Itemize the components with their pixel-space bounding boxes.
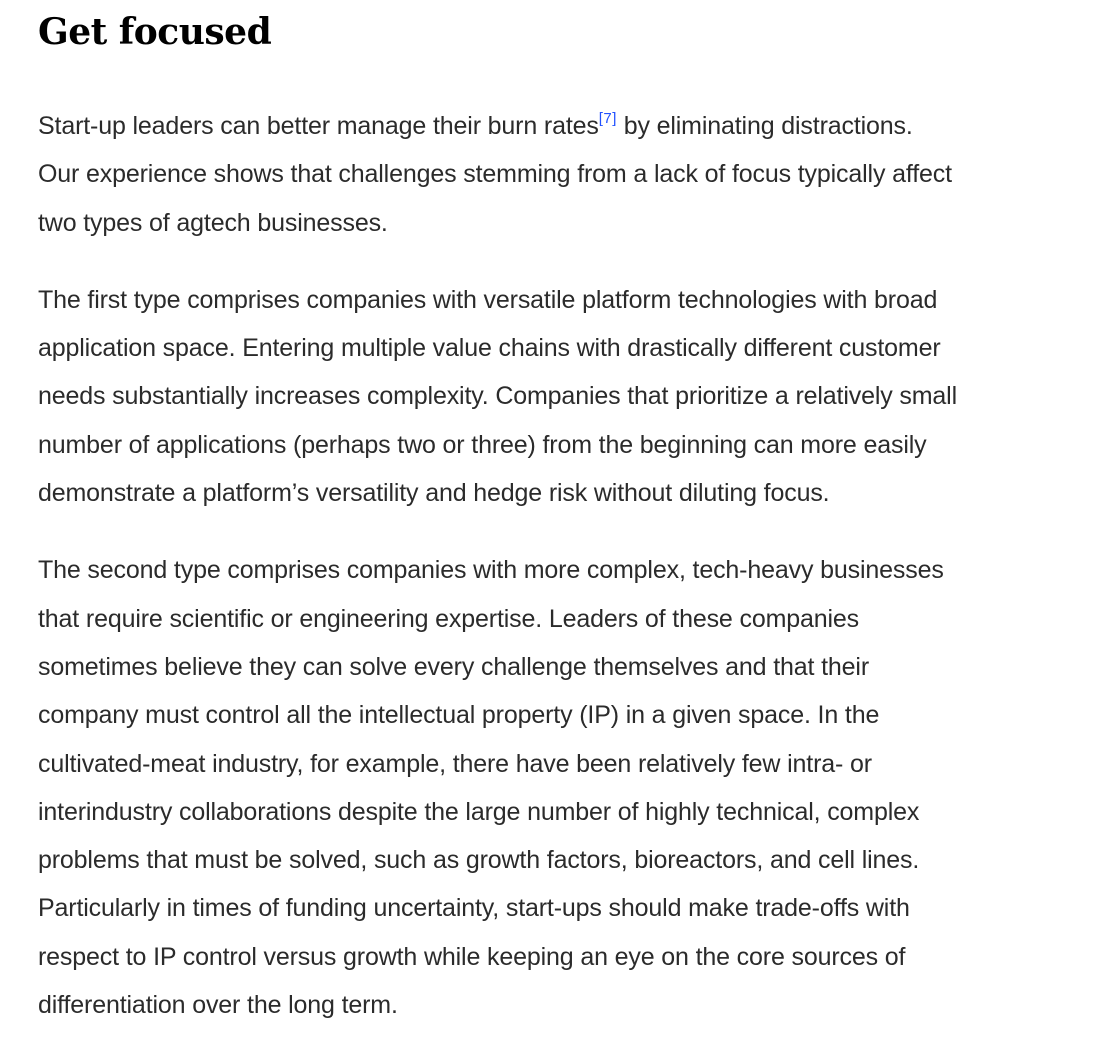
paragraph-line: interindustry collaborations despite the…: [38, 797, 920, 826]
paragraph-line: company must control all the intellectua…: [38, 701, 880, 730]
paragraph-line: number of applications (perhaps two or t…: [38, 430, 927, 459]
paragraph-line: respect to IP control versus growth whil…: [38, 942, 906, 971]
paragraph-first-type: The first type comprises companies with …: [38, 276, 1088, 517]
paragraph-line: needs substantially increases complexity…: [38, 382, 957, 411]
paragraph-line: The first type comprises companies with …: [38, 285, 938, 314]
paragraph-second-type: The second type comprises companies with…: [38, 546, 1088, 1029]
paragraph-line: that require scientific or engineering e…: [38, 604, 860, 633]
article-section: Get focused Start-up leaders can better …: [38, 0, 1088, 1029]
paragraph-line: two types of agtech businesses.: [38, 208, 388, 237]
paragraph-line: differentiation over the long term.: [38, 991, 398, 1020]
paragraph-line: Our experience shows that challenges ste…: [38, 160, 952, 189]
paragraph-line: sometimes believe they can solve every c…: [38, 652, 870, 681]
paragraph-line: problems that must be solved, such as gr…: [38, 846, 920, 875]
text-run: by eliminating distractions.: [616, 112, 913, 140]
text-run: Start-up leaders can better manage their…: [38, 112, 599, 140]
paragraph-line: cultivated-meat industry, for example, t…: [38, 749, 872, 778]
section-heading: Get focused: [38, 11, 272, 53]
paragraph-line: The second type comprises companies with…: [38, 556, 944, 585]
paragraph-line: Start-up leaders can better manage their…: [38, 102, 1088, 150]
paragraph-burn-rates: Start-up leaders can better manage their…: [38, 102, 1088, 247]
footnote-link[interactable]: [7]: [599, 110, 617, 127]
paragraph-line: application space. Entering multiple val…: [38, 334, 941, 363]
paragraph-line: Particularly in times of funding uncerta…: [38, 894, 910, 923]
paragraph-line: demonstrate a platform’s versatility and…: [38, 479, 830, 508]
